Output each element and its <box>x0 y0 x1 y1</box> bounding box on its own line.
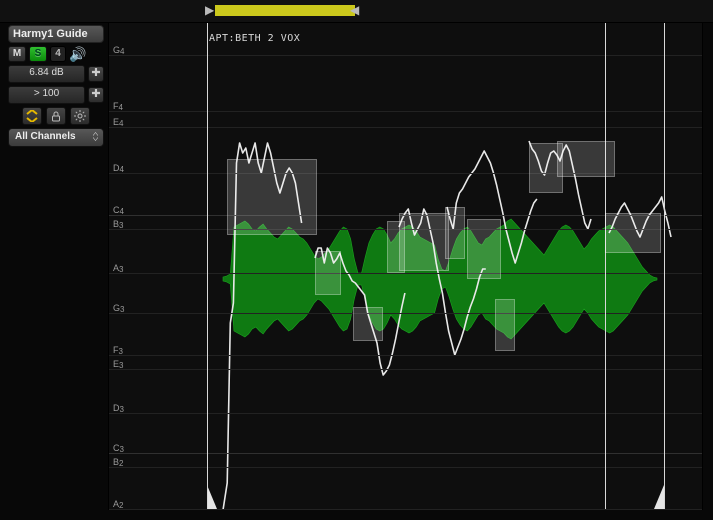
voice-number[interactable]: 4 <box>50 46 66 62</box>
pitch-label: G3 <box>113 303 124 315</box>
pitch-gridline <box>109 273 702 274</box>
pitch-gridline <box>109 313 702 314</box>
pitch-label: C3 <box>113 443 124 455</box>
solo-button[interactable]: S <box>29 46 47 62</box>
delay-adjust-icon[interactable]: ✚ <box>88 87 104 103</box>
pitch-label: A2 <box>113 499 123 511</box>
edit-cursor[interactable] <box>664 23 665 509</box>
note-region[interactable] <box>399 213 449 271</box>
gain-fader-icon[interactable]: ✚ <box>88 66 104 82</box>
pitch-label: F4 <box>113 101 123 113</box>
pitch-gridline <box>109 127 702 128</box>
pitch-gridline <box>109 55 702 56</box>
note-region[interactable] <box>315 251 341 295</box>
timeline-selection[interactable] <box>215 5 355 16</box>
pitch-gridline <box>109 453 702 454</box>
delay-readout[interactable]: > 100 <box>8 86 85 104</box>
note-region[interactable] <box>605 213 661 253</box>
note-region[interactable] <box>353 307 383 341</box>
note-region[interactable] <box>227 159 317 235</box>
edit-cursor[interactable] <box>605 23 606 509</box>
pitch-gridline <box>109 509 702 510</box>
pitch-label: E4 <box>113 117 123 129</box>
track-header: Harmy1 Guide M S 4 🔊 6.84 dB ✚ > 100 ✚ A… <box>8 25 104 147</box>
clip-label: APT:BETH 2 VOX <box>209 33 300 45</box>
pitch-label: C4 <box>113 205 124 217</box>
settings-button[interactable] <box>70 107 90 125</box>
track-name[interactable]: Harmy1 Guide <box>8 25 104 43</box>
note-region[interactable] <box>495 299 515 351</box>
pitch-gridline <box>109 111 702 112</box>
pitch-label: B3 <box>113 219 123 231</box>
pitch-label: G4 <box>113 45 124 57</box>
speaker-icon[interactable]: 🔊 <box>69 47 86 61</box>
pitch-label: B2 <box>113 457 123 469</box>
track-height-button[interactable] <box>22 107 42 125</box>
loop-start-marker[interactable]: ▶ <box>205 3 214 17</box>
timeline-ruler[interactable]: ▶ ◀ <box>0 0 713 23</box>
edit-cursor[interactable] <box>207 23 208 509</box>
gain-readout[interactable]: 6.84 dB <box>8 65 85 83</box>
pitch-gridline <box>109 369 702 370</box>
channel-selector[interactable]: All Channels <box>8 128 104 147</box>
note-region[interactable] <box>445 207 465 259</box>
note-region[interactable] <box>557 141 615 177</box>
pitch-gridline <box>109 467 702 468</box>
pitch-label: E3 <box>113 359 123 371</box>
pitch-gridline <box>109 355 702 356</box>
pitch-label: A3 <box>113 263 123 275</box>
lock-button[interactable] <box>46 107 66 125</box>
mute-button[interactable]: M <box>8 46 26 62</box>
pitch-editor[interactable]: APT:BETH 2 VOX G4 F4 E4 D4 C4 B3 A3 G3 F3 E3 D3 C3 B… <box>108 22 703 510</box>
note-region[interactable] <box>467 219 501 279</box>
pitch-label: F3 <box>113 345 123 357</box>
pitch-label: D3 <box>113 403 124 415</box>
loop-end-marker[interactable]: ◀ <box>350 3 359 17</box>
pitch-gridline <box>109 413 702 414</box>
pitch-label: D4 <box>113 163 124 175</box>
